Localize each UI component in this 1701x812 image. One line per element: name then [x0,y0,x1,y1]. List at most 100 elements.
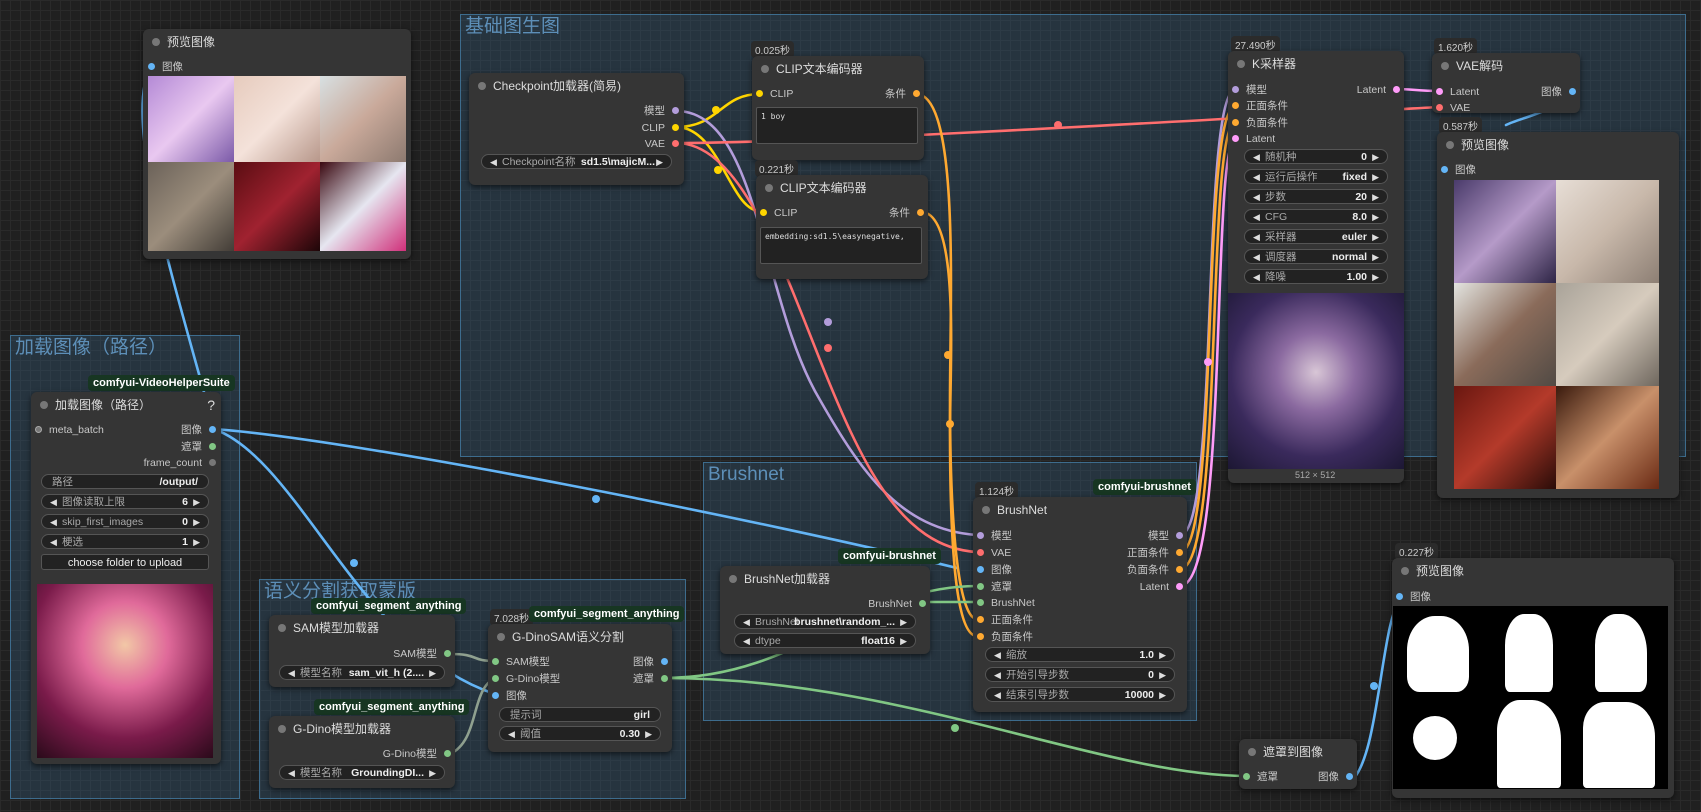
increment-arrow[interactable]: ▶ [900,615,907,628]
input-clip[interactable]: CLIP [756,87,793,101]
decrement-arrow[interactable]: ◀ [50,495,57,508]
output-model[interactable]: 模型 [1148,529,1183,543]
collapse-dot[interactable] [152,38,160,46]
increment-arrow[interactable]: ▶ [645,727,652,740]
output-mask[interactable]: 遮罩 [181,440,216,454]
decrement-arrow[interactable]: ◀ [1253,270,1260,283]
gdino-model-combo[interactable]: ◀ 模型名称 GroundingDI... ▶ [279,765,445,780]
start-at-widget[interactable]: ◀ 开始引导步数 0 ▶ [985,667,1175,682]
collapse-dot[interactable] [1441,62,1449,70]
input-mask[interactable]: 遮罩 [1243,770,1278,784]
input-mask[interactable]: 遮罩 [977,580,1012,594]
mask-to-image-node[interactable]: 遮罩到图像 遮罩 图像 [1239,739,1357,789]
output-conditioning[interactable]: 条件 [889,206,924,220]
decrement-arrow[interactable]: ◀ [743,634,750,647]
input-gdino-model[interactable]: G-Dino模型 [492,672,560,686]
decrement-arrow[interactable]: ◀ [1253,170,1260,183]
decrement-arrow[interactable]: ◀ [1253,230,1260,243]
brushnet-model-combo[interactable]: ◀ BrushNet brushnet\random_... ▶ [734,614,916,629]
input-positive[interactable]: 正面条件 [977,613,1033,627]
increment-arrow[interactable]: ▶ [1372,270,1379,283]
select-every-nth-widget[interactable]: ◀ 梗选 1 ▶ [41,534,209,549]
increment-arrow[interactable]: ▶ [1372,170,1379,183]
increment-arrow[interactable]: ▶ [656,155,663,168]
output-vae[interactable]: VAE [645,137,679,151]
prompt-textarea[interactable]: 1 boy [756,107,918,144]
collapse-dot[interactable] [278,624,286,632]
cfg-widget[interactable]: ◀ CFG 8.0 ▶ [1244,209,1388,224]
node-header[interactable]: BrushNet [973,497,1187,523]
decrement-arrow[interactable]: ◀ [1253,250,1260,263]
clip-text-encode-node[interactable]: CLIP文本编码器 CLIP 条件 1 boy [752,56,924,160]
image-load-cap-widget[interactable]: ◀ 图像读取上限 6 ▶ [41,494,209,509]
seed-widget[interactable]: ◀ 随机种 0 ▶ [1244,149,1388,164]
increment-arrow[interactable]: ▶ [1372,210,1379,223]
load-images-path-node[interactable]: 加载图像（路径）? meta_batch 图像 遮罩 frame_count 路… [31,392,221,764]
gdino-model-loader-node[interactable]: G-Dino模型加载器 G-Dino模型 ◀ 模型名称 GroundingDI...… [269,716,455,788]
ksampler-node[interactable]: K采样器 模型 正面条件 负面条件 Latent Latent ◀ 随机种 0 ▶ ◀… [1228,51,1404,483]
input-image[interactable]: 图像 [1396,590,1431,604]
collapse-dot[interactable] [278,725,286,733]
help-icon[interactable]: ? [207,392,215,418]
increment-arrow[interactable]: ▶ [1159,688,1166,701]
output-image[interactable]: 图像 [1318,770,1353,784]
decrement-arrow[interactable]: ◀ [50,535,57,548]
increment-arrow[interactable]: ▶ [193,535,200,548]
output-clip[interactable]: CLIP [642,121,679,135]
sam-model-combo[interactable]: ◀ 模型名称 sam_vit_h (2.... ▶ [279,665,445,680]
decrement-arrow[interactable]: ◀ [743,615,750,628]
scale-widget[interactable]: ◀ 缩放 1.0 ▶ [985,647,1175,662]
brushnet-loader-node[interactable]: BrushNet加载器 BrushNet ◀ BrushNet brushnet\r… [720,566,930,654]
output-image[interactable]: 图像 [181,423,216,437]
input-image[interactable]: 图像 [148,60,183,74]
checkpoint-loader-node[interactable]: Checkpoint加载器(简易) 模型 CLIP VAE ◀ Checkpoi… [469,73,684,185]
preview-image-node[interactable]: 预览图像 图像 [143,29,411,259]
increment-arrow[interactable]: ▶ [1159,668,1166,681]
collapse-dot[interactable] [1248,748,1256,756]
node-header[interactable]: 遮罩到图像 [1239,739,1357,765]
vae-decode-node[interactable]: VAE解码 Latent VAE 图像 [1432,53,1580,114]
control-after-generate-widget[interactable]: ◀ 运行后操作 fixed ▶ [1244,169,1388,184]
input-image[interactable]: 图像 [977,563,1012,577]
input-meta-batch[interactable]: meta_batch [35,423,104,437]
input-sam-model[interactable]: SAM模型 [492,655,550,669]
gdino-sam-segment-node[interactable]: G-DinoSAM语义分割 SAM模型 G-Dino模型 图像 图像 遮罩 提示… [488,624,672,752]
output-negative[interactable]: 负面条件 [1127,563,1183,577]
end-at-widget[interactable]: ◀ 结束引导步数 10000 ▶ [985,687,1175,702]
decrement-arrow[interactable]: ◀ [490,155,497,168]
collapse-dot[interactable] [478,82,486,90]
sam-model-loader-node[interactable]: SAM模型加载器 SAM模型 ◀ 模型名称 sam_vit_h (2.... ▶ [269,615,455,687]
decrement-arrow[interactable]: ◀ [994,648,1001,661]
collapse-dot[interactable] [765,184,773,192]
output-latent[interactable]: Latent [1357,83,1400,97]
brushnet-node[interactable]: BrushNet 模型 VAE 图像 遮罩 BrushNet 正面条件 负面条件… [973,497,1187,712]
collapse-dot[interactable] [982,506,990,514]
node-header[interactable]: G-Dino模型加载器 [269,716,455,742]
collapse-dot[interactable] [40,401,48,409]
input-image[interactable]: 图像 [1441,163,1476,177]
input-negative[interactable]: 负面条件 [1232,116,1288,130]
checkpoint-name-combo[interactable]: ◀ Checkpoint名称 sd1.5\majicM... ▶ [481,154,672,169]
increment-arrow[interactable]: ▶ [193,495,200,508]
node-header[interactable]: 预览图像 [1437,132,1679,158]
increment-arrow[interactable]: ▶ [1372,150,1379,163]
node-header[interactable]: 加载图像（路径）? [31,392,221,418]
decrement-arrow[interactable]: ◀ [288,766,295,779]
input-positive[interactable]: 正面条件 [1232,99,1288,113]
output-model[interactable]: 模型 [644,104,679,118]
collapse-dot[interactable] [761,65,769,73]
node-header[interactable]: CLIP文本编码器 [756,175,928,201]
increment-arrow[interactable]: ▶ [1372,250,1379,263]
scheduler-widget[interactable]: ◀ 调度器 normal ▶ [1244,249,1388,264]
path-widget[interactable]: 路径/output/ [41,474,209,489]
decrement-arrow[interactable]: ◀ [1253,150,1260,163]
node-header[interactable]: K采样器 [1228,51,1404,77]
input-latent[interactable]: Latent [1436,85,1479,99]
increment-arrow[interactable]: ▶ [429,666,436,679]
input-model[interactable]: 模型 [977,529,1012,543]
decrement-arrow[interactable]: ◀ [994,668,1001,681]
output-conditioning[interactable]: 条件 [885,87,920,101]
decrement-arrow[interactable]: ◀ [994,688,1001,701]
increment-arrow[interactable]: ▶ [429,766,436,779]
collapse-dot[interactable] [1401,567,1409,575]
